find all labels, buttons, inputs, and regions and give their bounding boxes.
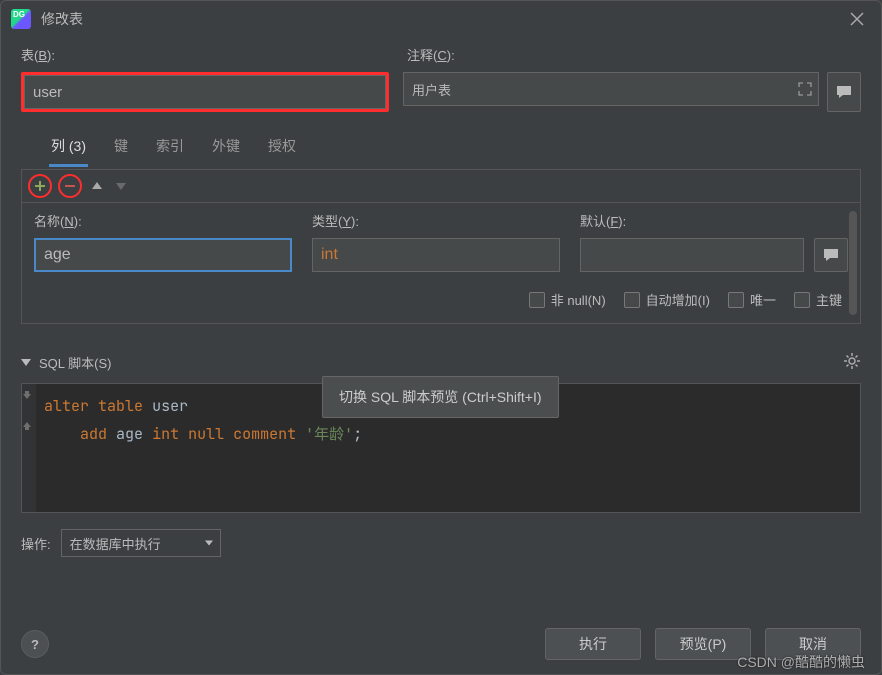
tab-foreign-keys[interactable]: 外键 xyxy=(210,132,242,167)
column-default-label: 默认(F): xyxy=(580,211,848,230)
tab-grants[interactable]: 授权 xyxy=(266,132,298,167)
titlebar: DG 修改表 xyxy=(1,1,881,37)
tab-columns[interactable]: 列 (3) xyxy=(49,132,88,167)
table-name-label: 表(B): xyxy=(21,45,389,64)
sql-tooltip: 切换 SQL 脚本预览 (Ctrl+Shift+I) xyxy=(322,376,559,418)
comment-input[interactable]: 用户表 xyxy=(403,72,819,106)
notnull-checkbox[interactable]: 非 null(N) xyxy=(529,290,606,309)
tab-indexes[interactable]: 索引 xyxy=(154,132,186,167)
panel-scrollbar[interactable] xyxy=(849,211,857,315)
default-dialog-button[interactable] xyxy=(814,238,848,272)
column-default-input[interactable] xyxy=(580,238,804,272)
modify-table-dialog: DG 修改表 表(B): 注释(C): 用户表 xyxy=(0,0,882,675)
comment-value: 用户表 xyxy=(412,80,451,99)
expand-icon[interactable] xyxy=(798,82,812,96)
move-up-button[interactable] xyxy=(88,177,106,195)
primarykey-checkbox[interactable]: 主键 xyxy=(794,290,842,309)
ops-selected: 在数据库中执行 xyxy=(70,534,161,553)
watermark: CSDN @酷酷的懒虫 xyxy=(737,652,865,672)
column-name-input[interactable] xyxy=(34,238,292,272)
ops-dropdown[interactable]: 在数据库中执行 xyxy=(61,529,221,557)
sql-settings-button[interactable] xyxy=(843,352,861,373)
editor-gutter xyxy=(22,384,36,512)
tab-keys[interactable]: 键 xyxy=(112,132,130,167)
add-column-button[interactable] xyxy=(28,174,52,198)
columns-panel: 名称(N): 类型(Y): 默认(F): xyxy=(21,169,861,324)
table-name-highlight xyxy=(21,72,389,112)
remove-column-button[interactable] xyxy=(58,174,82,198)
sql-header-label: SQL 脚本(S) xyxy=(39,353,112,372)
comment-dialog-button[interactable] xyxy=(827,72,861,112)
window-title: 修改表 xyxy=(41,9,843,29)
tabs: 列 (3) 键 索引 外键 授权 xyxy=(21,132,861,167)
sql-section-header[interactable]: SQL 脚本(S) xyxy=(21,352,861,373)
columns-toolbar xyxy=(22,170,860,202)
app-icon: DG xyxy=(11,9,31,29)
autoincrement-checkbox[interactable]: 自动增加(I) xyxy=(624,290,710,309)
collapse-icon xyxy=(21,359,31,366)
column-type-label: 类型(Y): xyxy=(312,211,560,230)
table-name-input[interactable] xyxy=(24,75,386,109)
help-button[interactable]: ? xyxy=(21,630,49,658)
unique-checkbox[interactable]: 唯一 xyxy=(728,290,776,309)
sql-editor[interactable]: 切换 SQL 脚本预览 (Ctrl+Shift+I) alter table u… xyxy=(21,383,861,513)
column-name-label: 名称(N): xyxy=(34,211,292,230)
execute-button[interactable]: 执行 xyxy=(545,628,641,660)
comment-label: 注释(C): xyxy=(407,45,861,64)
ops-label: 操作: xyxy=(21,534,51,553)
move-down-button[interactable] xyxy=(112,177,130,195)
sql-line-2: add age int null comment '年龄'; xyxy=(44,420,860,448)
close-button[interactable] xyxy=(843,5,871,33)
column-type-input[interactable] xyxy=(312,238,560,272)
